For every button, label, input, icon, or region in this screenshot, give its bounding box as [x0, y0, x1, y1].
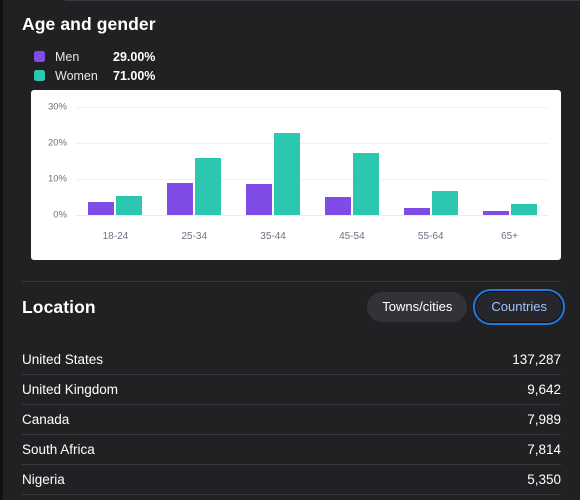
- bar-women-25-34[interactable]: [195, 158, 222, 215]
- y-axis-tick-label: 20%: [47, 137, 67, 149]
- country-count: 137,287: [512, 352, 561, 367]
- x-axis-tick-label: 25-34: [181, 231, 208, 242]
- bar-women-55-64[interactable]: [431, 190, 458, 215]
- legend-item-women: Women 71.00%: [34, 66, 155, 85]
- bar-women-18-24[interactable]: [116, 196, 143, 215]
- country-name: South Africa: [22, 442, 95, 457]
- y-axis-tick-label: 10%: [47, 173, 67, 185]
- country-name: Canada: [22, 412, 70, 427]
- gridline: [76, 215, 549, 216]
- country-count: 9,642: [527, 382, 561, 397]
- age-gender-chart-card: 0% 10% 20% 30% 18-24 25-34 35-44 45-54 55-64 65+: [31, 90, 561, 260]
- location-toggle-countries[interactable]: Countries: [473, 289, 565, 325]
- location-toggle-group[interactable]: Towns/cities Countries: [367, 289, 565, 325]
- bar-men-35-44[interactable]: [246, 184, 273, 215]
- legend-item-men: Men 29.00%: [34, 47, 155, 66]
- x-axis-tick-label: 35-44: [260, 231, 286, 242]
- bar-group: 25-34: [155, 107, 234, 242]
- y-axis-tick-label: 30%: [47, 101, 67, 113]
- country-row[interactable]: Canada 7,989: [22, 405, 561, 435]
- legend-label: Men: [55, 49, 80, 64]
- x-axis-tick-label: 55-64: [417, 231, 444, 242]
- y-axis-tick-label: 0%: [53, 209, 67, 221]
- legend-value: 71.00%: [113, 68, 156, 83]
- bar-group: 18-24: [76, 107, 155, 242]
- country-row[interactable]: Nigeria 5,350: [22, 465, 561, 495]
- bar-group: 65+: [470, 107, 549, 242]
- legend-label: Women: [55, 68, 98, 83]
- country-count: 5,350: [527, 472, 561, 487]
- bar-group: 35-44: [234, 107, 313, 242]
- bar-women-65+[interactable]: [510, 204, 537, 215]
- bar-group: 45-54: [312, 107, 391, 242]
- country-count: 7,814: [527, 442, 561, 457]
- country-count: 7,989: [527, 412, 561, 427]
- x-axis-tick-label: 65+: [501, 231, 519, 242]
- legend-swatch-men-icon: [34, 51, 45, 62]
- x-axis-tick-label: 18-24: [102, 231, 129, 242]
- bar-men-25-34[interactable]: [167, 183, 194, 215]
- country-name: Nigeria: [22, 472, 65, 487]
- country-name: United States: [22, 352, 104, 367]
- chart-plot-area: 0% 10% 20% 30% 18-24 25-34 35-44 45-54 55-64 65+: [48, 102, 549, 242]
- chart-legend: Men 29.00% Women 71.00%: [34, 47, 155, 85]
- location-toggle-towns-cities[interactable]: Towns/cities: [367, 292, 468, 322]
- top-divider: [65, 0, 580, 1]
- legend-swatch-women-icon: [34, 70, 45, 81]
- analytics-panel: Age and gender Men 29.00% Women 71.00% 0% 10…: [0, 0, 580, 500]
- bar-women-45-54[interactable]: [352, 153, 379, 215]
- country-row[interactable]: United Kingdom 9,642: [22, 375, 561, 405]
- bar-women-35-44[interactable]: [274, 132, 301, 215]
- location-title: Location: [22, 297, 96, 317]
- bar-men-55-64[interactable]: [403, 207, 430, 215]
- bar-men-65+[interactable]: [482, 211, 509, 215]
- bar-men-45-54[interactable]: [324, 197, 351, 215]
- age-and-gender-title: Age and gender: [22, 14, 156, 34]
- section-divider: [22, 281, 561, 282]
- legend-value: 29.00%: [113, 49, 156, 64]
- country-row[interactable]: South Africa 7,814: [22, 435, 561, 465]
- country-list: United States 137,287 United Kingdom 9,642 C…: [22, 345, 561, 495]
- x-axis-tick-label: 45-54: [339, 231, 365, 242]
- bar-men-18-24[interactable]: [88, 202, 115, 215]
- country-name: United Kingdom: [22, 382, 119, 397]
- bar-group: 55-64: [391, 107, 470, 242]
- chart-bar-groups: 18-24 25-34 35-44 45-54 55-64 65+: [76, 107, 549, 242]
- country-row[interactable]: United States 137,287: [22, 345, 561, 375]
